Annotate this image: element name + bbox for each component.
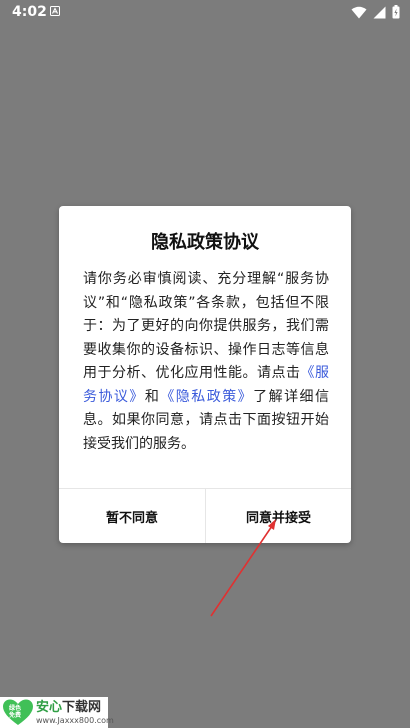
- watermark-url: www.Jaxxx800.com: [36, 716, 114, 725]
- logo-badge-text: 绿色 免费: [8, 705, 21, 719]
- dialog-body: 请你务必审慎阅读、充分理解“服务协议”和“隐私政策”各条款，包括但不限于：为了更…: [83, 268, 329, 456]
- body-text-part1: 请你务必审慎阅读、充分理解“服务协议”和“隐私政策”各条款，包括但不限于：为了更…: [83, 271, 329, 381]
- status-time: 4:02: [12, 4, 47, 20]
- status-bar: 4:02: [0, 0, 410, 24]
- wifi-icon: [351, 6, 367, 18]
- signal-icon: [373, 6, 386, 18]
- watermark-title: 安心下载网: [36, 700, 102, 715]
- dialog-title: 隐私政策协议: [151, 232, 259, 253]
- privacy-dialog: 隐私政策协议 请你务必审慎阅读、充分理解“服务协议”和“隐私政策”各条款，包括但…: [59, 206, 351, 543]
- privacy-policy-link[interactable]: 《隐私政策》: [160, 389, 253, 405]
- site-watermark: 绿色 免费 安心下载网 www.Jaxxx800.com: [0, 697, 114, 728]
- notification-app-icon: [50, 6, 60, 16]
- status-icons: [351, 5, 400, 19]
- battery-icon: [392, 5, 400, 19]
- decline-button[interactable]: 暂不同意: [59, 489, 205, 543]
- body-text-and: 和: [144, 388, 161, 405]
- accept-button[interactable]: 同意并接受: [206, 489, 351, 543]
- screen: 4:02 隐私政策协议 请你务必审慎阅读、充分理解“服务协议”和“隐私政策”各条…: [0, 0, 410, 728]
